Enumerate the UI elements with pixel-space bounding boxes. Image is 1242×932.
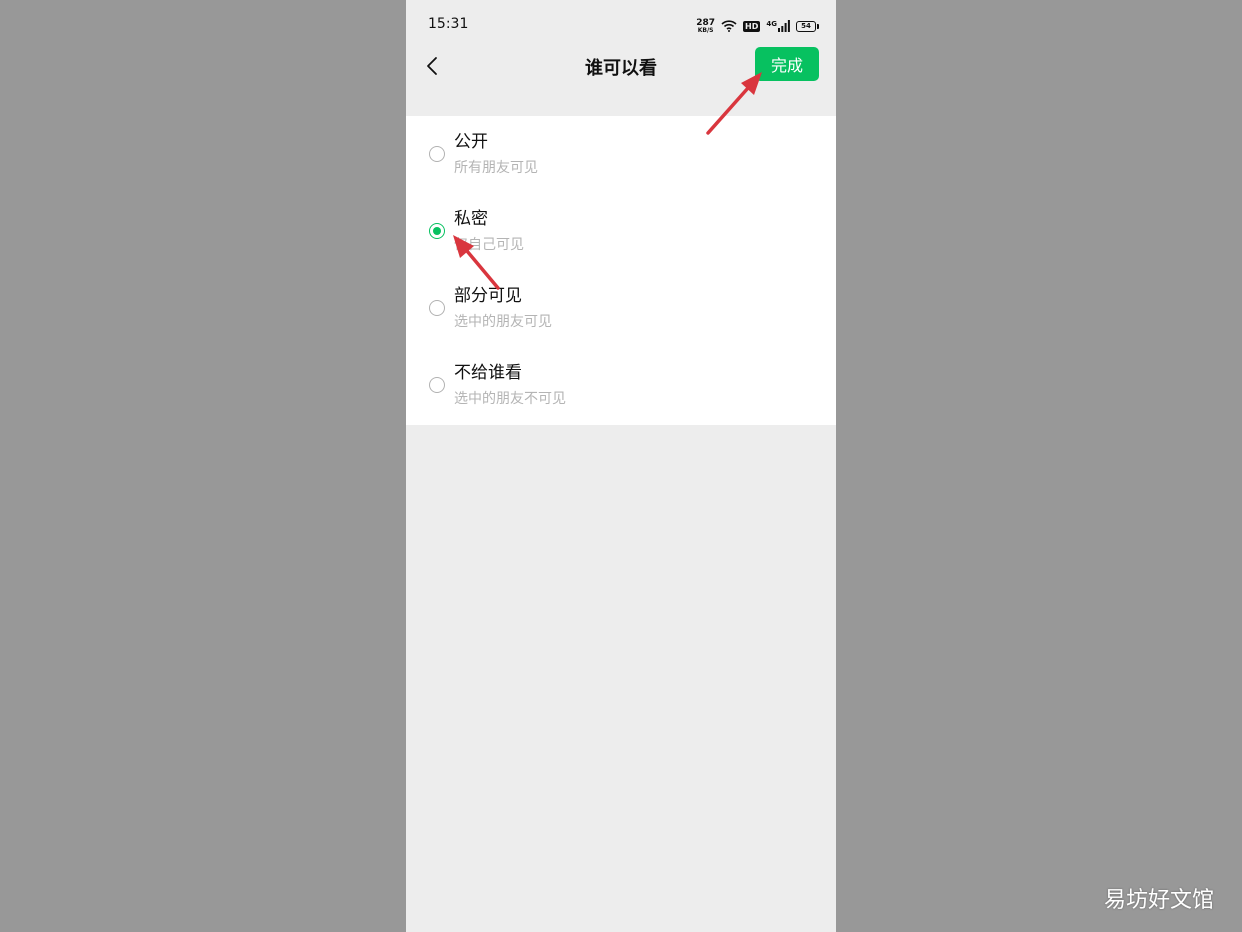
network-type-label: 4G bbox=[766, 20, 777, 28]
status-time: 15:31 bbox=[428, 16, 469, 32]
option-title: 私密 bbox=[454, 209, 488, 229]
status-icons: 287 KB/S HD 4G 54 bbox=[696, 16, 819, 36]
hd-badge: HD bbox=[743, 20, 761, 32]
option-partially-visible[interactable]: 部分可见 选中的朋友可见 bbox=[406, 270, 836, 347]
net-speed-indicator: 287 KB/S bbox=[696, 17, 716, 34]
option-subtitle: 所有朋友可见 bbox=[454, 160, 538, 176]
battery-icon: 54 bbox=[796, 20, 819, 32]
cellular-signal-icon: 4G bbox=[766, 20, 790, 32]
net-speed-value: 287 bbox=[696, 17, 716, 28]
option-subtitle: 选中的朋友不可见 bbox=[454, 391, 566, 407]
wifi-icon bbox=[721, 17, 737, 36]
option-subtitle: 仅自己可见 bbox=[454, 237, 524, 253]
done-button[interactable]: 完成 bbox=[755, 47, 819, 81]
phone-screen: 15:31 287 KB/S HD 4G 54 谁可以看 完成 公开 所有朋友可… bbox=[406, 0, 836, 932]
net-speed-unit: KB/S bbox=[697, 26, 714, 34]
radio-button[interactable] bbox=[429, 146, 445, 162]
option-subtitle: 选中的朋友可见 bbox=[454, 314, 552, 330]
option-hide-from[interactable]: 不给谁看 选中的朋友不可见 bbox=[406, 347, 836, 424]
option-private[interactable]: 私密 仅自己可见 bbox=[406, 193, 836, 270]
radio-button-checked[interactable] bbox=[429, 223, 445, 239]
visibility-options-list: 公开 所有朋友可见 私密 仅自己可见 部分可见 选中的朋友可见 不给谁看 选中的… bbox=[406, 116, 836, 425]
option-title: 部分可见 bbox=[454, 286, 522, 306]
radio-button[interactable] bbox=[429, 300, 445, 316]
option-title: 不给谁看 bbox=[454, 363, 522, 383]
navigation-bar: 谁可以看 完成 bbox=[406, 44, 836, 88]
option-title: 公开 bbox=[454, 132, 488, 152]
watermark-text: 易坊好文馆 bbox=[1103, 888, 1214, 913]
radio-button[interactable] bbox=[429, 377, 445, 393]
option-public[interactable]: 公开 所有朋友可见 bbox=[406, 116, 836, 193]
status-bar: 15:31 287 KB/S HD 4G 54 bbox=[406, 0, 836, 50]
